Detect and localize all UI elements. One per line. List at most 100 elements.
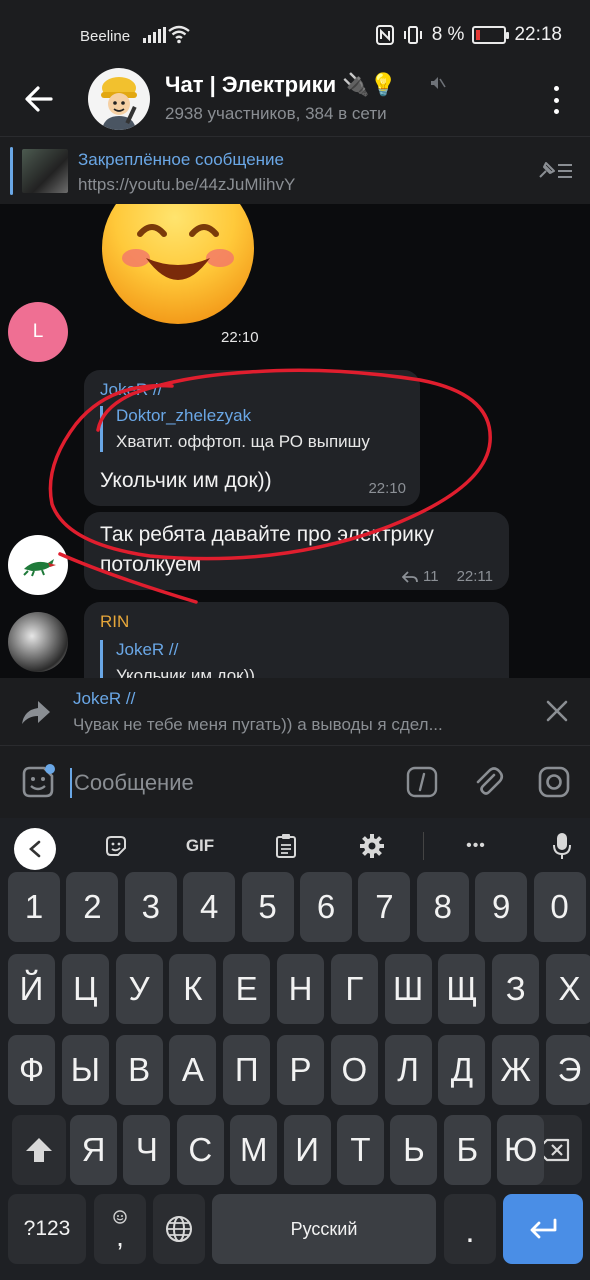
enter-key[interactable] xyxy=(503,1194,583,1264)
letter-key[interactable]: Д xyxy=(438,1035,486,1105)
number-key[interactable]: 2 xyxy=(66,872,119,942)
reply-author: Doktor_zhelezyak xyxy=(116,406,252,425)
letter-key[interactable]: Ш xyxy=(384,954,432,1024)
letter-key[interactable]: Х xyxy=(546,954,590,1024)
settings-tool[interactable] xyxy=(356,832,388,860)
symbols-key[interactable]: ?123 xyxy=(8,1194,86,1264)
wifi-icon xyxy=(168,25,190,44)
gif-button[interactable]: GIF xyxy=(180,832,220,860)
letter-key[interactable]: Э xyxy=(546,1035,590,1105)
letter-key[interactable]: Ч xyxy=(123,1115,171,1185)
message-bubble[interactable]: JokeR // Doktor_zhelezyak Хватит. оффтоп… xyxy=(84,370,420,506)
number-key[interactable]: 9 xyxy=(475,872,528,942)
period-key[interactable]: . xyxy=(444,1194,496,1264)
reply-text: Хватит. оффтоп. ща РО выпишу xyxy=(116,432,370,451)
letter-key[interactable]: Н xyxy=(277,954,324,1024)
more-menu-icon[interactable] xyxy=(544,86,568,114)
battery-percent: 8 % xyxy=(431,24,465,45)
battery-icon xyxy=(472,26,510,44)
more-tools-button[interactable]: ••• xyxy=(456,832,496,860)
shift-key[interactable] xyxy=(12,1115,66,1185)
number-key[interactable]: 5 xyxy=(241,872,294,942)
letter-key[interactable]: Б xyxy=(443,1115,491,1185)
pinned-list-icon[interactable] xyxy=(536,159,574,183)
comma-key[interactable]: , xyxy=(94,1194,146,1264)
reply-count-icon xyxy=(402,571,418,583)
smile-sticker[interactable] xyxy=(102,204,254,324)
letter-key[interactable]: Ц xyxy=(61,954,109,1024)
letter-key[interactable]: П xyxy=(223,1035,271,1105)
letter-key[interactable]: Т xyxy=(337,1115,384,1185)
status-bar: Beeline 8 % 22:18 xyxy=(0,0,590,60)
number-key[interactable]: 0 xyxy=(533,872,586,942)
letter-key[interactable]: Г xyxy=(330,954,378,1024)
letter-key[interactable]: Ф xyxy=(8,1035,55,1105)
message-author[interactable]: RIN xyxy=(100,612,129,632)
letter-key[interactable]: А xyxy=(169,1035,217,1105)
message-list[interactable]: 22:10 L JokeR // Doktor_zhelezyak Хватит… xyxy=(0,204,590,678)
voice-input-button[interactable] xyxy=(548,832,576,860)
bot-command-icon[interactable] xyxy=(406,766,438,798)
keyboard-collapse-button[interactable] xyxy=(14,828,56,870)
microphone-icon xyxy=(553,833,571,859)
close-icon[interactable] xyxy=(546,700,568,722)
attach-icon[interactable] xyxy=(472,766,504,798)
number-key[interactable]: 4 xyxy=(183,872,236,942)
clipboard-icon xyxy=(276,834,296,858)
sticker-emoji-icon[interactable] xyxy=(20,764,56,800)
letter-key[interactable]: Я xyxy=(70,1115,117,1185)
letter-key[interactable]: О xyxy=(330,1035,378,1105)
letter-key[interactable]: К xyxy=(169,954,217,1024)
language-key[interactable] xyxy=(153,1194,205,1264)
chat-header: Чат | Электрики 🔌💡 2938 участников, 384 … xyxy=(0,60,590,136)
pinned-bar xyxy=(10,147,13,195)
pinned-text: https://youtu.be/44zJuMlihvY xyxy=(78,175,296,194)
message-input[interactable] xyxy=(74,768,374,798)
group-avatar[interactable] xyxy=(88,68,150,130)
forward-bar[interactable]: JokeR // Чувак не тебе меня пугать)) а в… xyxy=(0,678,590,746)
reply-quote[interactable]: Doktor_zhelezyak Хватит. оффтоп. ща РО в… xyxy=(100,406,370,452)
avatar[interactable] xyxy=(8,612,68,672)
clipboard-tool[interactable] xyxy=(270,832,302,860)
sticker-tool[interactable] xyxy=(100,832,132,860)
letter-key[interactable]: Ю xyxy=(497,1115,545,1185)
letter-key[interactable]: Р xyxy=(277,1035,324,1105)
letter-key[interactable]: Ы xyxy=(61,1035,109,1105)
space-key[interactable]: Русский xyxy=(212,1194,436,1264)
number-key[interactable]: 3 xyxy=(124,872,177,942)
letter-key[interactable]: С xyxy=(176,1115,224,1185)
pinned-message[interactable]: Закреплённое сообщение https://youtu.be/… xyxy=(0,136,590,204)
clock: 22:18 xyxy=(514,24,562,45)
letter-key[interactable]: И xyxy=(283,1115,331,1185)
avatar-letter: L xyxy=(32,321,44,342)
letter-key[interactable]: У xyxy=(115,954,163,1024)
camera-icon[interactable] xyxy=(538,766,570,798)
chevron-left-icon xyxy=(29,840,41,858)
letter-key[interactable]: Ь xyxy=(390,1115,438,1185)
letter-key[interactable]: З xyxy=(492,954,540,1024)
message-bubble[interactable]: Так ребята давайте про электрику потолку… xyxy=(84,512,509,590)
letter-key[interactable]: Е xyxy=(223,954,271,1024)
number-key[interactable]: 6 xyxy=(300,872,352,942)
reply-quote[interactable]: JokeR // Укольчик им док)) xyxy=(100,640,255,678)
letter-key[interactable]: М xyxy=(230,1115,278,1185)
number-key[interactable]: 7 xyxy=(358,872,411,942)
letter-key[interactable]: Й xyxy=(8,954,55,1024)
chat-title: Чат | Электрики 🔌💡 xyxy=(165,72,398,97)
pinned-thumbnail xyxy=(22,149,68,193)
chat-subtitle: 2938 участников, 384 в сети xyxy=(165,104,387,123)
forward-author: JokeR // xyxy=(73,689,136,708)
letter-key[interactable]: Щ xyxy=(438,954,486,1024)
message-bubble[interactable]: RIN JokeR // Укольчик им док)) xyxy=(84,602,509,678)
avatar[interactable]: L xyxy=(8,302,68,362)
avatar[interactable] xyxy=(8,535,68,595)
back-arrow-icon[interactable] xyxy=(22,82,56,116)
number-key[interactable]: 8 xyxy=(416,872,469,942)
message-author[interactable]: JokeR // xyxy=(100,380,162,400)
letter-key[interactable]: Л xyxy=(384,1035,432,1105)
carrier-name: Beeline xyxy=(80,28,131,45)
letter-key[interactable]: Ж xyxy=(492,1035,540,1105)
letter-key[interactable]: В xyxy=(115,1035,163,1105)
reply-text: Укольчик им док)) xyxy=(116,666,255,678)
number-key[interactable]: 1 xyxy=(8,872,60,942)
